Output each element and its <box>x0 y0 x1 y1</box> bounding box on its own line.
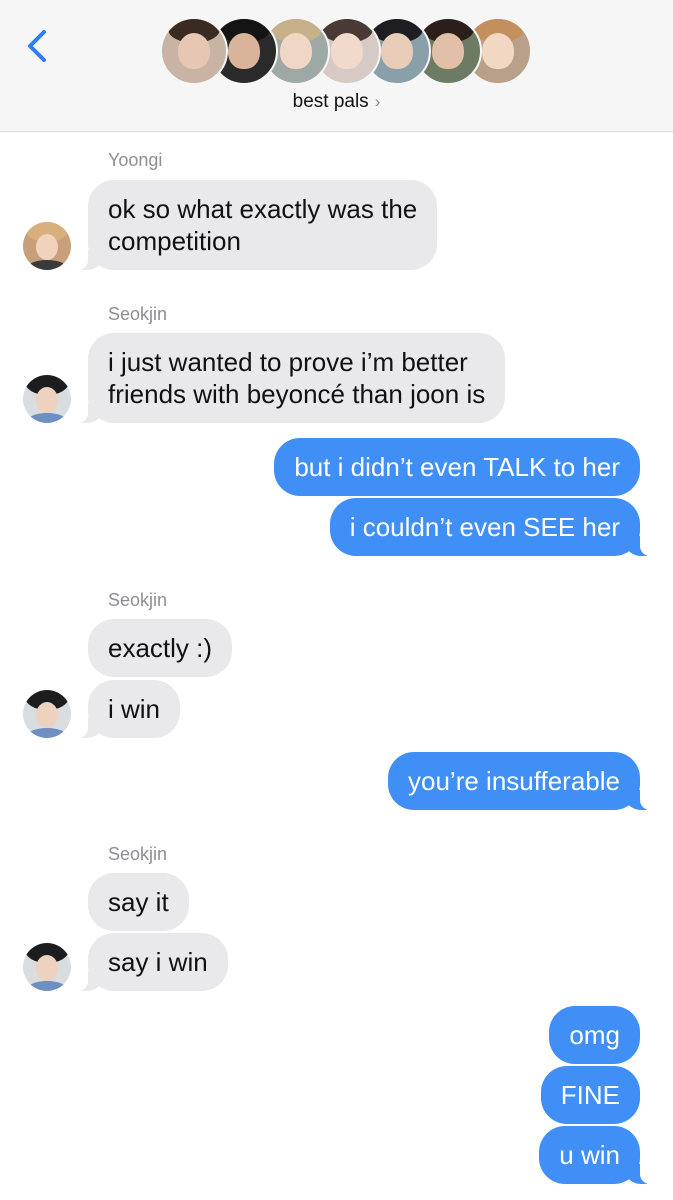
sender-name: Seokjin <box>108 844 168 864</box>
seokjin-avatar-icon[interactable] <box>23 943 71 991</box>
message-text: ok so what exactly was the competition <box>108 194 418 256</box>
incoming-message-bubble[interactable]: ok so what exactly was the competition <box>76 180 438 270</box>
message-text: i couldn’t even SEE her <box>349 512 620 542</box>
seokjin-avatar-icon[interactable] <box>23 690 71 738</box>
incoming-message-bubble[interactable]: say it <box>88 873 189 931</box>
outgoing-message-bubble[interactable]: omg <box>549 1006 640 1064</box>
incoming-message-bubble[interactable]: i just wanted to prove i’m better friends… <box>76 333 506 423</box>
message-text: omg <box>569 1020 620 1050</box>
outgoing-message-bubble[interactable]: i couldn’t even SEE her <box>329 498 652 556</box>
outgoing-message-bubble[interactable]: u win <box>539 1126 651 1184</box>
message-text: i just wanted to prove i’m better friends… <box>108 347 486 409</box>
message-text: you’re insufferable <box>408 766 620 796</box>
outgoing-message-bubble[interactable]: but i didn’t even TALK to her <box>274 438 640 496</box>
sender-name: Seokjin <box>108 304 168 324</box>
group-avatars[interactable] <box>160 17 532 85</box>
message-text: exactly :) <box>108 633 213 663</box>
chevron-right-icon: › <box>374 92 381 111</box>
participant-avatar-1 <box>160 17 228 85</box>
outgoing-message-bubble[interactable]: you’re insufferable <box>388 752 651 810</box>
sender-name: Yoongi <box>108 150 163 170</box>
chat-header: best pals › <box>0 0 673 132</box>
incoming-message-bubble[interactable]: i win <box>76 680 181 738</box>
message-text: i win <box>108 694 161 724</box>
message-text: say i win <box>108 947 208 977</box>
message-text: FINE <box>560 1080 620 1110</box>
message-text: but i didn’t even TALK to her <box>294 452 620 482</box>
sender-name: Seokjin <box>108 590 168 610</box>
group-name-label: best pals <box>292 91 369 112</box>
outgoing-message-bubble[interactable]: FINE <box>540 1066 640 1124</box>
yoongi-avatar-icon[interactable] <box>23 222 71 270</box>
message-text: say it <box>108 887 169 917</box>
incoming-message-bubble[interactable]: say i win <box>77 933 228 991</box>
group-name[interactable]: best pals › <box>0 91 673 113</box>
seokjin-avatar-icon[interactable] <box>23 375 71 423</box>
message-text: u win <box>559 1140 620 1170</box>
back-chevron-icon[interactable] <box>22 26 56 66</box>
incoming-message-bubble[interactable]: exactly :) <box>88 619 233 677</box>
